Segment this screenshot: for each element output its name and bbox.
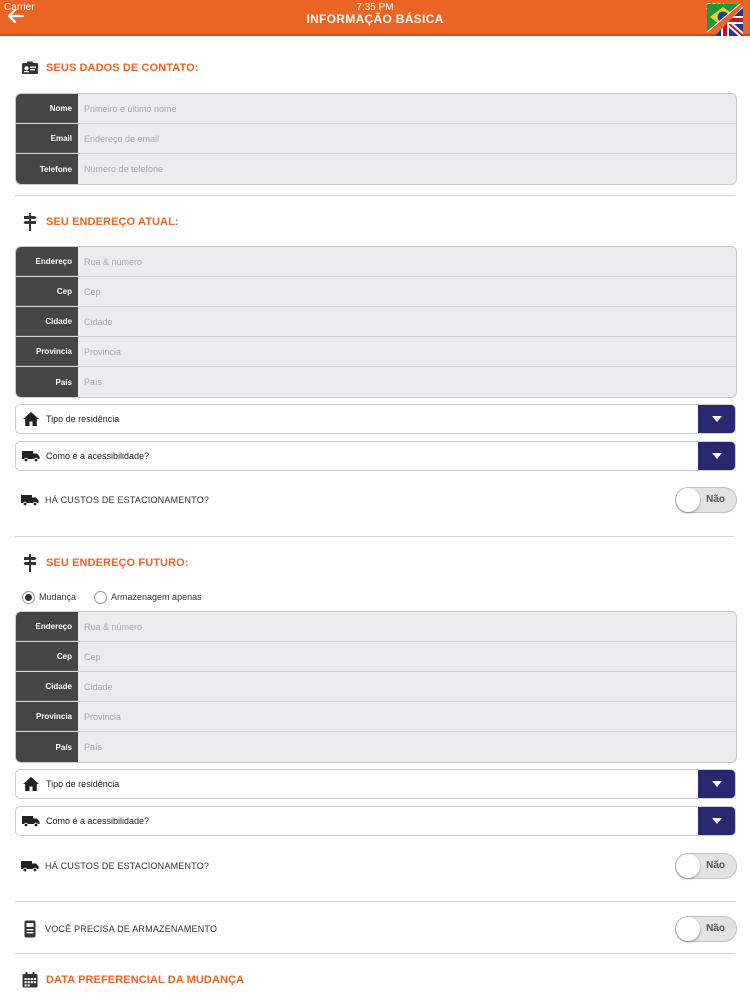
truck-icon	[16, 450, 46, 462]
current-residence-type-label: Tipo de residência	[46, 414, 120, 424]
chevron-down-icon[interactable]	[698, 442, 735, 470]
current-residence-type-dropdown[interactable]: Tipo de residência	[15, 404, 736, 434]
divider	[15, 953, 735, 954]
phone-input[interactable]	[78, 154, 736, 184]
radio-unselected-icon	[94, 590, 108, 604]
current-city-input[interactable]	[78, 307, 736, 336]
contact-form: Nome Email Telefone	[15, 93, 737, 185]
current-accessibility-label: Como é a acessibilidade?	[46, 451, 150, 461]
email-input[interactable]	[78, 124, 736, 153]
truck-icon	[16, 815, 46, 827]
phone-label: Telefone	[16, 154, 78, 184]
truck-icon	[15, 860, 45, 872]
signpost-icon	[20, 213, 40, 231]
current-street-row: Endereço	[16, 247, 736, 277]
future-address-form: Endereço Cep Cidade Provincia País	[15, 611, 737, 763]
calendar-icon	[20, 971, 40, 989]
current-zip-input[interactable]	[78, 277, 736, 306]
current-province-label: Provincia	[16, 337, 78, 366]
house-icon	[16, 412, 46, 426]
language-flag-button[interactable]	[706, 3, 743, 36]
future-street-input[interactable]	[78, 612, 736, 641]
future-zip-input[interactable]	[78, 642, 736, 671]
current-country-input[interactable]	[78, 367, 736, 397]
radio-storage-only[interactable]: Armazenagem apenas	[94, 590, 202, 604]
future-country-row: País	[16, 732, 736, 762]
current-parking-value: Não	[706, 494, 725, 505]
future-province-label: Provincia	[16, 702, 78, 731]
future-residence-type-dropdown[interactable]: Tipo de residência	[15, 769, 736, 799]
storage-box-icon	[15, 920, 45, 938]
future-zip-row: Cep	[16, 642, 736, 672]
future-street-row: Endereço	[16, 612, 736, 642]
current-parking-label: HÁ CUSTOS DE ESTACIONAMENTO?	[45, 495, 210, 505]
future-residence-type-label: Tipo de residência	[46, 779, 120, 789]
divider	[15, 536, 735, 537]
future-parking-label: HÁ CUSTOS DE ESTACIONAMENTO?	[45, 861, 210, 871]
future-zip-label: Cep	[16, 642, 78, 671]
chevron-down-icon[interactable]	[698, 405, 735, 433]
current-city-label: Cidade	[16, 307, 78, 336]
signpost-icon	[20, 554, 40, 572]
divider	[15, 195, 735, 196]
brazil-uk-flag-icon	[706, 3, 743, 36]
email-row: Email	[16, 124, 736, 154]
future-parking-toggle[interactable]: Não	[675, 853, 737, 879]
current-parking-toggle[interactable]: Não	[675, 487, 737, 513]
future-city-label: Cidade	[16, 672, 78, 701]
house-icon	[16, 777, 46, 791]
future-accessibility-label: Como é a acessibilidade?	[46, 816, 150, 826]
contact-card-icon	[20, 59, 40, 77]
future-city-row: Cidade	[16, 672, 736, 702]
section-future-address-title: SEU ENDEREÇO FUTURO:	[20, 553, 189, 573]
section-moving-date-title: DATA PREFERENCIAL DA MUDANÇA	[20, 970, 244, 990]
current-address-form: Endereço Cep Cidade Provincia País	[15, 246, 737, 398]
truck-icon	[15, 494, 45, 506]
current-street-label: Endereço	[16, 247, 78, 276]
current-city-row: Cidade	[16, 307, 736, 337]
storage-value: Não	[706, 923, 725, 934]
current-zip-label: Cep	[16, 277, 78, 306]
chevron-down-icon[interactable]	[698, 807, 735, 835]
storage-row: VOCÊ PRECISA DE ARMAZENAMENTO Não	[15, 915, 737, 943]
section-contact-title: SEUS DADOS DE CONTATO:	[20, 58, 199, 78]
current-country-row: País	[16, 367, 736, 397]
future-parking-row: HÁ CUSTOS DE ESTACIONAMENTO? Não	[15, 852, 737, 880]
future-accessibility-dropdown[interactable]: Como é a acessibilidade?	[15, 806, 736, 836]
navigation-bar: Carrier 7:35 PM 38% INFORMAÇÃO BÁSICA	[0, 0, 750, 36]
current-zip-row: Cep	[16, 277, 736, 307]
move-type-radio-group: Mudança Armazenagem apenas	[22, 589, 220, 605]
storage-toggle[interactable]: Não	[675, 916, 737, 942]
phone-row: Telefone	[16, 154, 736, 184]
current-parking-row: HÁ CUSTOS DE ESTACIONAMENTO? Não	[15, 486, 737, 514]
chevron-down-icon[interactable]	[698, 770, 735, 798]
current-accessibility-dropdown[interactable]: Como é a acessibilidade?	[15, 441, 736, 471]
toggle-knob	[676, 488, 700, 512]
name-input[interactable]	[78, 94, 736, 123]
toggle-knob	[676, 917, 700, 941]
toggle-knob	[676, 854, 700, 878]
email-label: Email	[16, 124, 78, 153]
name-row: Nome	[16, 94, 736, 124]
future-street-label: Endereço	[16, 612, 78, 641]
future-parking-value: Não	[706, 860, 725, 871]
storage-label: VOCÊ PRECISA DE ARMAZENAMENTO	[45, 924, 218, 934]
name-label: Nome	[16, 94, 78, 123]
radio-selected-icon	[22, 590, 35, 604]
current-province-input[interactable]	[78, 337, 736, 366]
current-province-row: Provincia	[16, 337, 736, 367]
current-street-input[interactable]	[78, 247, 736, 276]
future-province-row: Provincia	[16, 702, 736, 732]
radio-moving[interactable]: Mudança	[22, 590, 76, 604]
page-title: INFORMAÇÃO BÁSICA	[306, 12, 444, 26]
current-country-label: País	[16, 367, 78, 397]
future-country-input[interactable]	[78, 732, 736, 762]
future-country-label: País	[16, 732, 78, 762]
divider	[15, 901, 735, 902]
future-province-input[interactable]	[78, 702, 736, 731]
section-current-address-title: SEU ENDEREÇO ATUAL:	[20, 212, 179, 232]
future-city-input[interactable]	[78, 672, 736, 701]
